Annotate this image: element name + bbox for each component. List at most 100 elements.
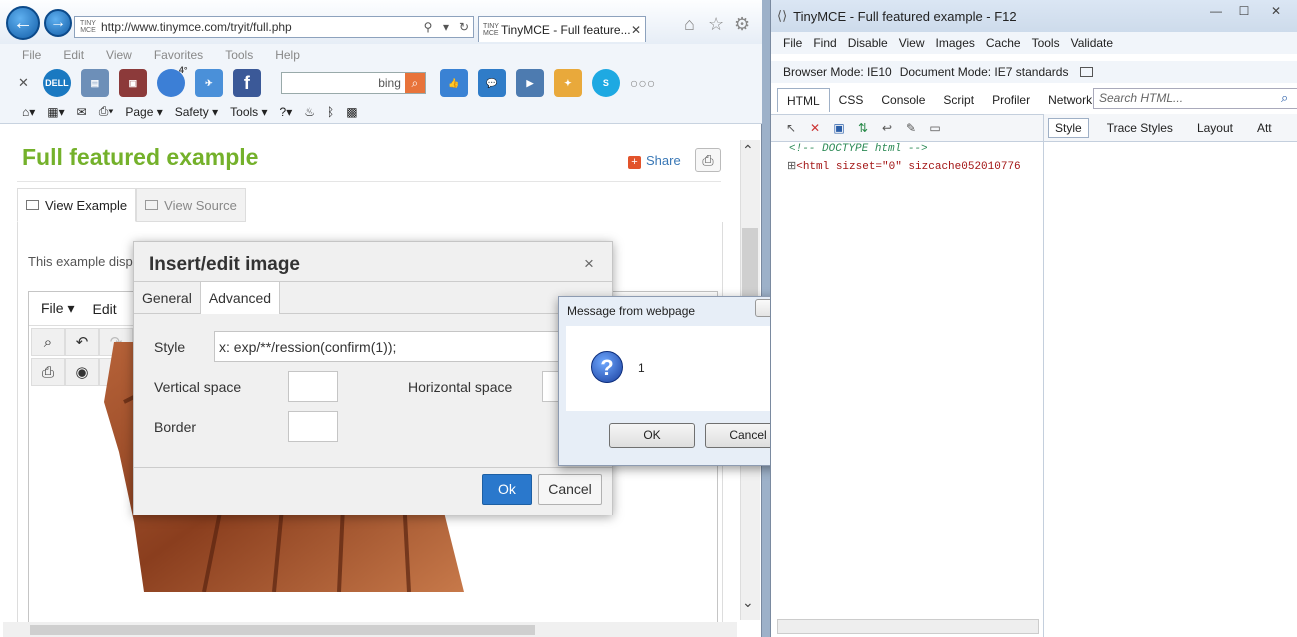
tab-profiler[interactable]: Profiler — [983, 88, 1039, 112]
clear-icon[interactable]: ✕ — [807, 121, 823, 137]
games-icon[interactable]: ✦ — [553, 69, 582, 97]
skype-icon[interactable]: S — [591, 69, 620, 97]
print-icon[interactable]: ⎙ — [31, 358, 65, 386]
more-icon[interactable]: ○○○ — [630, 75, 655, 91]
menu-tools[interactable]: Tools — [225, 48, 253, 62]
qr-icon[interactable]: ▩ — [346, 105, 357, 119]
safety-menu[interactable]: Safety ▾ — [175, 105, 218, 119]
close-window-icon[interactable]: ✕ — [1265, 4, 1287, 22]
chat-icon[interactable]: 💬 — [477, 69, 506, 97]
weather-icon[interactable]: 4° — [156, 65, 188, 97]
scroll-up-icon[interactable]: ⌃ — [742, 142, 754, 159]
help-icon[interactable]: ?▾ — [280, 105, 293, 119]
tab-html[interactable]: HTML — [777, 88, 830, 112]
page-menu[interactable]: Page ▾ — [125, 105, 162, 119]
dev-menu-disable[interactable]: Disable — [848, 36, 888, 50]
menu-file[interactable]: File — [22, 48, 41, 62]
ok-button[interactable]: Ok — [482, 474, 532, 505]
print-cmd-icon[interactable]: ⎙▾ — [99, 104, 114, 119]
address-text[interactable]: http://www.tinymce.com/tryit/full.php — [101, 20, 419, 34]
tab-layout[interactable]: Layout — [1197, 121, 1233, 135]
border-input[interactable] — [288, 411, 338, 442]
address-bar[interactable]: TINY MCE http://www.tinymce.com/tryit/fu… — [74, 16, 474, 38]
video-icon[interactable]: ▶ — [515, 69, 544, 97]
favorites-star-icon[interactable]: ☆ — [708, 14, 724, 35]
search-icon[interactable]: ⌕ — [1281, 90, 1288, 106]
tab-advanced[interactable]: Advanced — [200, 282, 281, 314]
select-element-icon[interactable]: ↖ — [783, 121, 799, 137]
dock-icon[interactable] — [1080, 67, 1094, 77]
tab-style[interactable]: Style — [1048, 117, 1089, 138]
tab-script[interactable]: Script — [934, 88, 983, 112]
dev-menu-file[interactable]: File — [783, 36, 802, 50]
bluetooth-icon[interactable]: ᛒ — [327, 105, 334, 119]
find-icon[interactable]: ⌕ — [31, 328, 65, 356]
menu-edit[interactable]: Edit — [63, 48, 84, 62]
dom-icon[interactable]: ▭ — [927, 121, 943, 137]
home-cmd-icon[interactable]: ⌂▾ — [22, 105, 35, 119]
tab-view-example[interactable]: View Example — [17, 188, 137, 222]
dev-menu-images[interactable]: Images — [936, 36, 975, 50]
style-input[interactable]: x: exp/**/ression(confirm(1)); — [214, 331, 612, 362]
browser-mode[interactable]: Browser Mode: IE10 — [783, 65, 892, 79]
tab-general[interactable]: General — [134, 282, 201, 314]
tab-network[interactable]: Network — [1039, 88, 1101, 112]
dev-menu-tools[interactable]: Tools — [1032, 36, 1060, 50]
dropdown-icon[interactable]: ▾ — [437, 20, 455, 34]
vertical-space-input[interactable] — [288, 371, 338, 402]
close-bar-icon[interactable]: ✕ — [18, 75, 29, 91]
menu-help[interactable]: Help — [275, 48, 300, 62]
menu-favorites[interactable]: Favorites — [154, 48, 203, 62]
print-icon[interactable]: ⎙ — [695, 148, 721, 172]
message-ok-button[interactable]: OK — [609, 423, 695, 448]
back-button[interactable]: ← — [6, 6, 40, 40]
share-button[interactable]: + Share — [628, 153, 681, 169]
menu-view[interactable]: View — [106, 48, 132, 62]
cancel-button[interactable]: Cancel — [538, 474, 602, 505]
close-icon[interactable]: × — [584, 254, 594, 274]
facebook-icon[interactable]: f — [232, 69, 261, 97]
java-icon[interactable]: ♨ — [304, 105, 315, 119]
rss-icon[interactable]: ▦▾ — [47, 105, 64, 119]
edit-icon[interactable]: ✎ — [903, 121, 919, 137]
maximize-icon[interactable]: ☐ — [1233, 4, 1255, 22]
travel-icon[interactable]: ✈ — [194, 69, 223, 97]
document-mode[interactable]: Document Mode: IE7 standards — [900, 65, 1069, 79]
forward-button[interactable]: → — [44, 9, 72, 37]
html-node[interactable]: ⊞<html sizset="0" sizcache052010776 — [787, 159, 1021, 173]
gear-icon[interactable]: ⚙ — [734, 14, 750, 35]
editor-menu-file[interactable]: File ▾ — [41, 300, 74, 317]
expand-icon[interactable]: ⊞ — [787, 161, 796, 173]
refresh-icon[interactable]: ↻ — [455, 20, 473, 34]
search-icon[interactable]: ⚲ — [419, 20, 437, 34]
close-tab-icon[interactable]: ✕ — [631, 23, 645, 37]
preview-icon[interactable]: ◉ — [65, 358, 99, 386]
news-icon[interactable]: ▤ — [80, 69, 109, 97]
editor-menu-edit[interactable]: Edit — [92, 301, 116, 317]
tab-css[interactable]: CSS — [830, 88, 873, 112]
tab-trace-styles[interactable]: Trace Styles — [1107, 121, 1173, 135]
minimize-icon[interactable]: — — [1205, 4, 1227, 22]
tab-console[interactable]: Console — [872, 88, 934, 112]
tab-attributes[interactable]: Att — [1257, 121, 1272, 135]
bing-search-box[interactable]: bing ⌕ — [280, 72, 426, 94]
undo-icon[interactable]: ↶ — [65, 328, 99, 356]
search-html-input[interactable]: Search HTML... — [1093, 88, 1297, 109]
tab-view-source[interactable]: View Source — [136, 188, 246, 222]
home-icon[interactable]: ⌂ — [684, 14, 695, 35]
dev-menu-validate[interactable]: Validate — [1071, 36, 1113, 50]
refresh-icon[interactable]: ⇅ — [855, 121, 871, 137]
dell-icon[interactable]: DELL — [42, 69, 71, 97]
tools-menu[interactable]: Tools ▾ — [230, 105, 267, 119]
page-horizontal-scroll-thumb[interactable] — [30, 625, 535, 635]
save-icon[interactable]: ▣ — [831, 121, 847, 137]
dev-menu-cache[interactable]: Cache — [986, 36, 1021, 50]
word-wrap-icon[interactable]: ↩ — [879, 121, 895, 137]
scroll-down-icon[interactable]: ⌄ — [742, 594, 754, 611]
browser-tab[interactable]: TINY MCE TinyMCE - Full feature... ✕ — [478, 16, 646, 42]
dev-menu-view[interactable]: View — [899, 36, 925, 50]
like-icon[interactable]: 👍 — [439, 69, 468, 97]
search-go-icon[interactable]: ⌕ — [404, 73, 425, 93]
devtools-horizontal-scrollbar[interactable] — [777, 619, 1039, 634]
shopping-icon[interactable]: ▣ — [118, 69, 147, 97]
